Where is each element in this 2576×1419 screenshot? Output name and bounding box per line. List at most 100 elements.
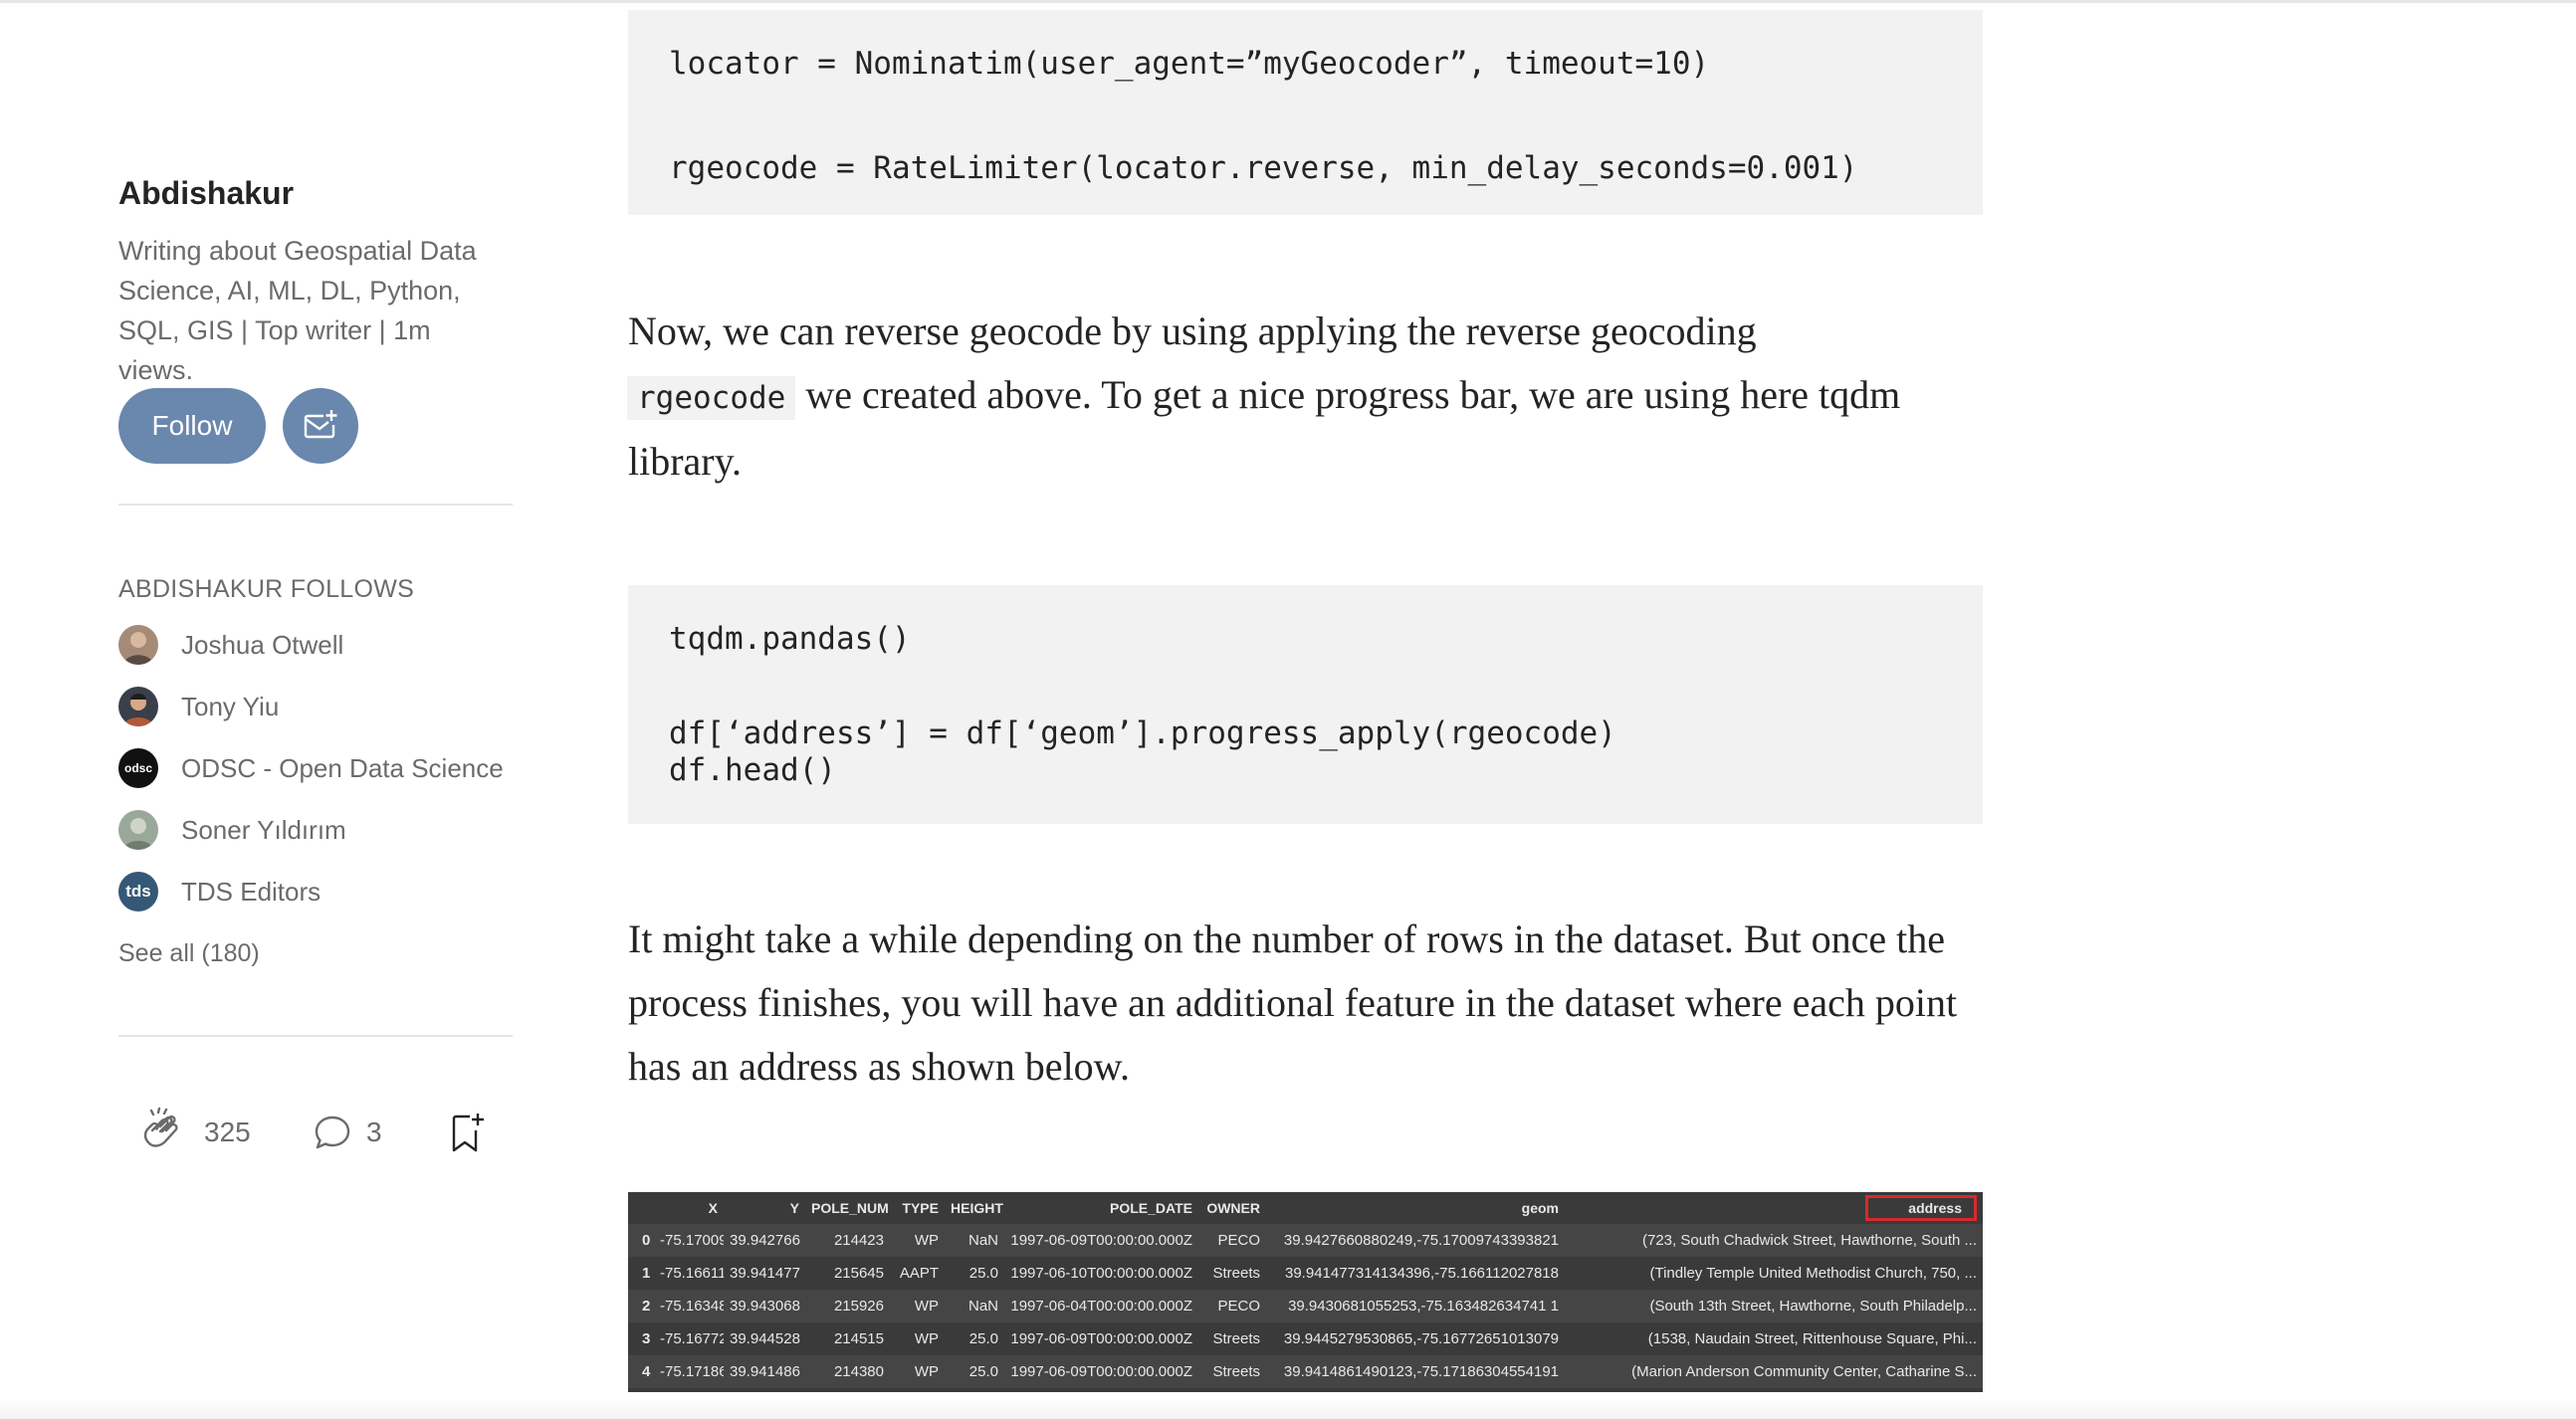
subscribe-email-button[interactable] — [283, 388, 358, 464]
follow-item-joshua-otwell[interactable]: Joshua Otwell — [118, 623, 343, 667]
column-header: Y — [789, 1200, 799, 1216]
inline-code: rgeocode — [627, 376, 796, 420]
table-cell: WP — [914, 1330, 939, 1347]
table-cell: NaN — [967, 1298, 998, 1315]
table-cell: 1997-06-09T00:00:00.000Z — [1010, 1232, 1192, 1249]
table-cell: (South 13th Street, Hawthorne, South Phi… — [1649, 1298, 1977, 1315]
table-cell: 39.9430681055253,-75.163482634741 1 — [1288, 1298, 1559, 1315]
highlight-box: address — [1865, 1195, 1977, 1221]
table-row: 1 -75.166112 39.941477 215645 AAPT 25.0 1997-0… — [628, 1257, 1983, 1290]
clap-icon — [143, 1107, 178, 1147]
table-cell: 39.9427660880249,-75.17009743393821 — [1283, 1232, 1559, 1249]
table-cell: 214380 — [833, 1363, 884, 1380]
table-row: 3 -75.167727 39.944528 214515 WP 25.0 1997-06-… — [628, 1322, 1983, 1355]
table-cell: 215645 — [833, 1265, 884, 1282]
sidebar-divider — [118, 504, 513, 506]
dataframe-output-image: X Y POLE_NUM TYPE HEIGHT POLE_DATE OWNER… — [628, 1192, 1983, 1392]
table-cell: 215926 — [833, 1298, 884, 1315]
follow-item-odsc[interactable]: odsc ODSC - Open Data Science — [118, 746, 504, 790]
table-cell: 25.0 — [968, 1265, 998, 1282]
column-header: POLE_NUM — [811, 1200, 889, 1216]
table-cell: 39.9445279530865,-75.16772651013079 — [1283, 1330, 1559, 1347]
follow-name: Soner Yıldırım — [181, 814, 346, 845]
table-cell: (723, South Chadwick Street, Hawthorne, … — [1641, 1232, 1977, 1249]
table-cell: -75.171863 — [660, 1363, 724, 1380]
article-paragraph: It might take a while depending on the n… — [628, 916, 1958, 1089]
table-cell: WP — [914, 1232, 939, 1249]
response-count: 3 — [366, 1116, 382, 1147]
follow-button[interactable]: Follow — [118, 388, 266, 464]
row-index: 0 — [642, 1232, 651, 1249]
table-cell: 39.942766 — [730, 1232, 800, 1249]
follow-name: ODSC - Open Data Science — [181, 752, 504, 783]
table-cell: -75.166112 — [660, 1265, 724, 1282]
comment-icon — [315, 1115, 350, 1149]
paragraph-text: Now, we can reverse geocode by using app… — [628, 308, 1757, 353]
bookmark-button[interactable] — [448, 1103, 488, 1162]
column-header: HEIGHT — [951, 1200, 1003, 1216]
tds-logo-icon: tds — [118, 872, 158, 912]
paragraph-text: we created above. To get a nice progress… — [628, 372, 1901, 484]
column-header: OWNER — [1206, 1200, 1260, 1216]
article-action-bar: 325 3 — [138, 1103, 517, 1162]
follow-item-tony-yiu[interactable]: Tony Yiu — [118, 685, 279, 728]
table-cell: 1997-06-09T00:00:00.000Z — [1010, 1363, 1192, 1380]
table-cell: AAPT — [899, 1265, 939, 1282]
table-cell: (Tindley Temple United Methodist Church,… — [1649, 1265, 1978, 1282]
article-paragraph: Now, we can reverse geocode by using app… — [627, 300, 1992, 494]
table-cell: 25.0 — [968, 1330, 998, 1347]
bottom-fade — [0, 1399, 2576, 1419]
follow-item-soner-yildirim[interactable]: Soner Yıldırım — [118, 808, 346, 852]
row-index: 4 — [642, 1363, 651, 1380]
avatar — [118, 687, 158, 726]
table-cell: PECO — [1217, 1232, 1260, 1249]
row-index: 2 — [642, 1298, 651, 1315]
follow-name: TDS Editors — [181, 876, 322, 907]
code-line: df[‘address’] = df[‘geom’].progress_appl… — [669, 715, 1616, 751]
bookmark-add-icon — [452, 1114, 484, 1152]
table-cell: -75.167727 — [660, 1330, 724, 1347]
avatar — [118, 810, 158, 850]
column-header — [628, 1192, 654, 1224]
code-line: rgeocode = RateLimiter(locator.reverse, … — [669, 150, 1858, 186]
column-header-address: address — [1565, 1192, 1983, 1224]
row-index: 3 — [642, 1330, 651, 1347]
table-cell: 214515 — [833, 1330, 884, 1347]
table-row: 4 -75.171863 39.941486 214380 WP 25.0 1997-06-… — [628, 1355, 1983, 1388]
row-index: 1 — [642, 1265, 651, 1282]
table-cell: PECO — [1217, 1298, 1260, 1315]
author-name[interactable]: Abdishakur — [118, 175, 294, 212]
table-cell: -75.170097 — [660, 1232, 724, 1249]
responses-button[interactable]: 3 — [313, 1103, 382, 1162]
table-cell: 1997-06-10T00:00:00.000Z — [1010, 1265, 1192, 1282]
table-cell: 1997-06-09T00:00:00.000Z — [1010, 1330, 1192, 1347]
see-all-follows-link[interactable]: See all (180) — [118, 939, 260, 968]
code-block: locator = Nominatim(user_agent=”myGeocod… — [628, 10, 1983, 215]
top-border — [0, 0, 2576, 3]
table-cell: WP — [914, 1363, 939, 1380]
dataframe-table: X Y POLE_NUM TYPE HEIGHT POLE_DATE OWNER… — [628, 1192, 1983, 1388]
table-cell: 39.9414861490123,-75.17186304554191 — [1283, 1363, 1559, 1380]
table-cell: Streets — [1212, 1363, 1260, 1380]
code-line: locator = Nominatim(user_agent=”myGeocod… — [669, 46, 1710, 82]
column-header: X — [708, 1200, 718, 1216]
column-header: TYPE — [902, 1200, 939, 1216]
odsc-logo-icon: odsc — [118, 748, 158, 788]
follow-name: Joshua Otwell — [181, 629, 344, 660]
clap-count: 325 — [204, 1116, 251, 1147]
table-cell: (Marion Anderson Community Center, Catha… — [1631, 1363, 1977, 1380]
table-cell: 39.941486 — [730, 1363, 800, 1380]
table-cell: 25.0 — [968, 1363, 998, 1380]
follow-name: Tony Yiu — [181, 691, 280, 721]
table-cell: WP — [914, 1298, 939, 1315]
column-header: geom — [1521, 1200, 1559, 1216]
table-cell: 39.941477 — [730, 1265, 800, 1282]
author-bio: Writing about Geospatial Data Science, A… — [118, 236, 477, 385]
mail-plus-icon — [304, 410, 337, 439]
avatar — [118, 625, 158, 665]
clap-button[interactable]: 325 — [138, 1103, 251, 1162]
table-cell: (1538, Naudain Street, Rittenhouse Squar… — [1647, 1330, 1977, 1347]
table-cell: 39.944528 — [730, 1330, 800, 1347]
follow-item-tds-editors[interactable]: tds TDS Editors — [118, 870, 321, 913]
table-cell: 39.941477314134396,-75.166112027818 — [1285, 1265, 1559, 1282]
